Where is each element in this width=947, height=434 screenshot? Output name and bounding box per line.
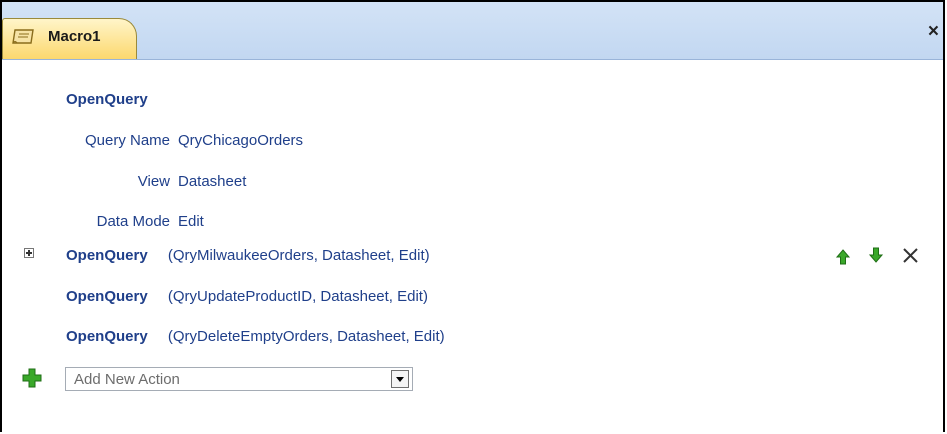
argument-row-view: View Datasheet (2, 173, 902, 191)
add-new-action-dropdown[interactable]: Add New Action (65, 367, 413, 391)
action-name: OpenQuery (66, 288, 148, 305)
argument-row-query-name: Query Name QryChicagoOrders (2, 132, 902, 150)
argument-label: Data Mode (96, 213, 170, 230)
action-3-row[interactable]: OpenQuery (QryUpdateProductID, Datasheet… (66, 288, 428, 306)
argument-value-query-name[interactable]: QryChicagoOrders (178, 132, 303, 150)
add-new-action-placeholder: Add New Action (74, 371, 180, 388)
action-4-row[interactable]: OpenQuery (QryDeleteEmptyOrders, Datashe… (66, 328, 445, 346)
argument-label: Query Name (84, 132, 170, 149)
argument-value-data-mode[interactable]: Edit (178, 213, 204, 231)
macro-scroll-icon (12, 29, 34, 44)
green-plus-icon[interactable] (22, 368, 42, 388)
close-button[interactable]: × (928, 22, 939, 41)
action-summary: (QryDeleteEmptyOrders, Datasheet, Edit) (167, 328, 445, 345)
argument-label: View (137, 173, 170, 190)
action-2-row[interactable]: OpenQuery (QryMilwaukeeOrders, Datasheet… (66, 247, 430, 265)
action-1-header[interactable]: OpenQuery (66, 91, 148, 109)
up-arrow-icon[interactable] (835, 249, 851, 265)
action-summary: (QryUpdateProductID, Datasheet, Edit) (167, 288, 428, 305)
macro-action-list: OpenQuery Query Name QryChicagoOrders Vi… (2, 60, 943, 432)
action-name: OpenQuery (66, 328, 148, 345)
down-arrow-icon[interactable] (868, 247, 884, 263)
action-name: OpenQuery (66, 247, 148, 264)
delete-x-icon[interactable] (902, 247, 919, 264)
action-name: OpenQuery (66, 91, 148, 108)
chevron-down-icon[interactable] (391, 370, 409, 388)
tab-macro1[interactable]: Macro1 (2, 18, 137, 59)
action-summary: (QryMilwaukeeOrders, Datasheet, Edit) (167, 247, 430, 264)
document-tab-strip: Macro1 × (2, 2, 943, 60)
argument-value-view[interactable]: Datasheet (178, 173, 246, 191)
argument-row-data-mode: Data Mode Edit (2, 213, 902, 231)
expand-plus-icon[interactable] (24, 248, 34, 258)
macro-designer-window: Macro1 × OpenQuery Query Name QryChicago… (0, 0, 945, 432)
tab-title: Macro1 (48, 28, 101, 45)
